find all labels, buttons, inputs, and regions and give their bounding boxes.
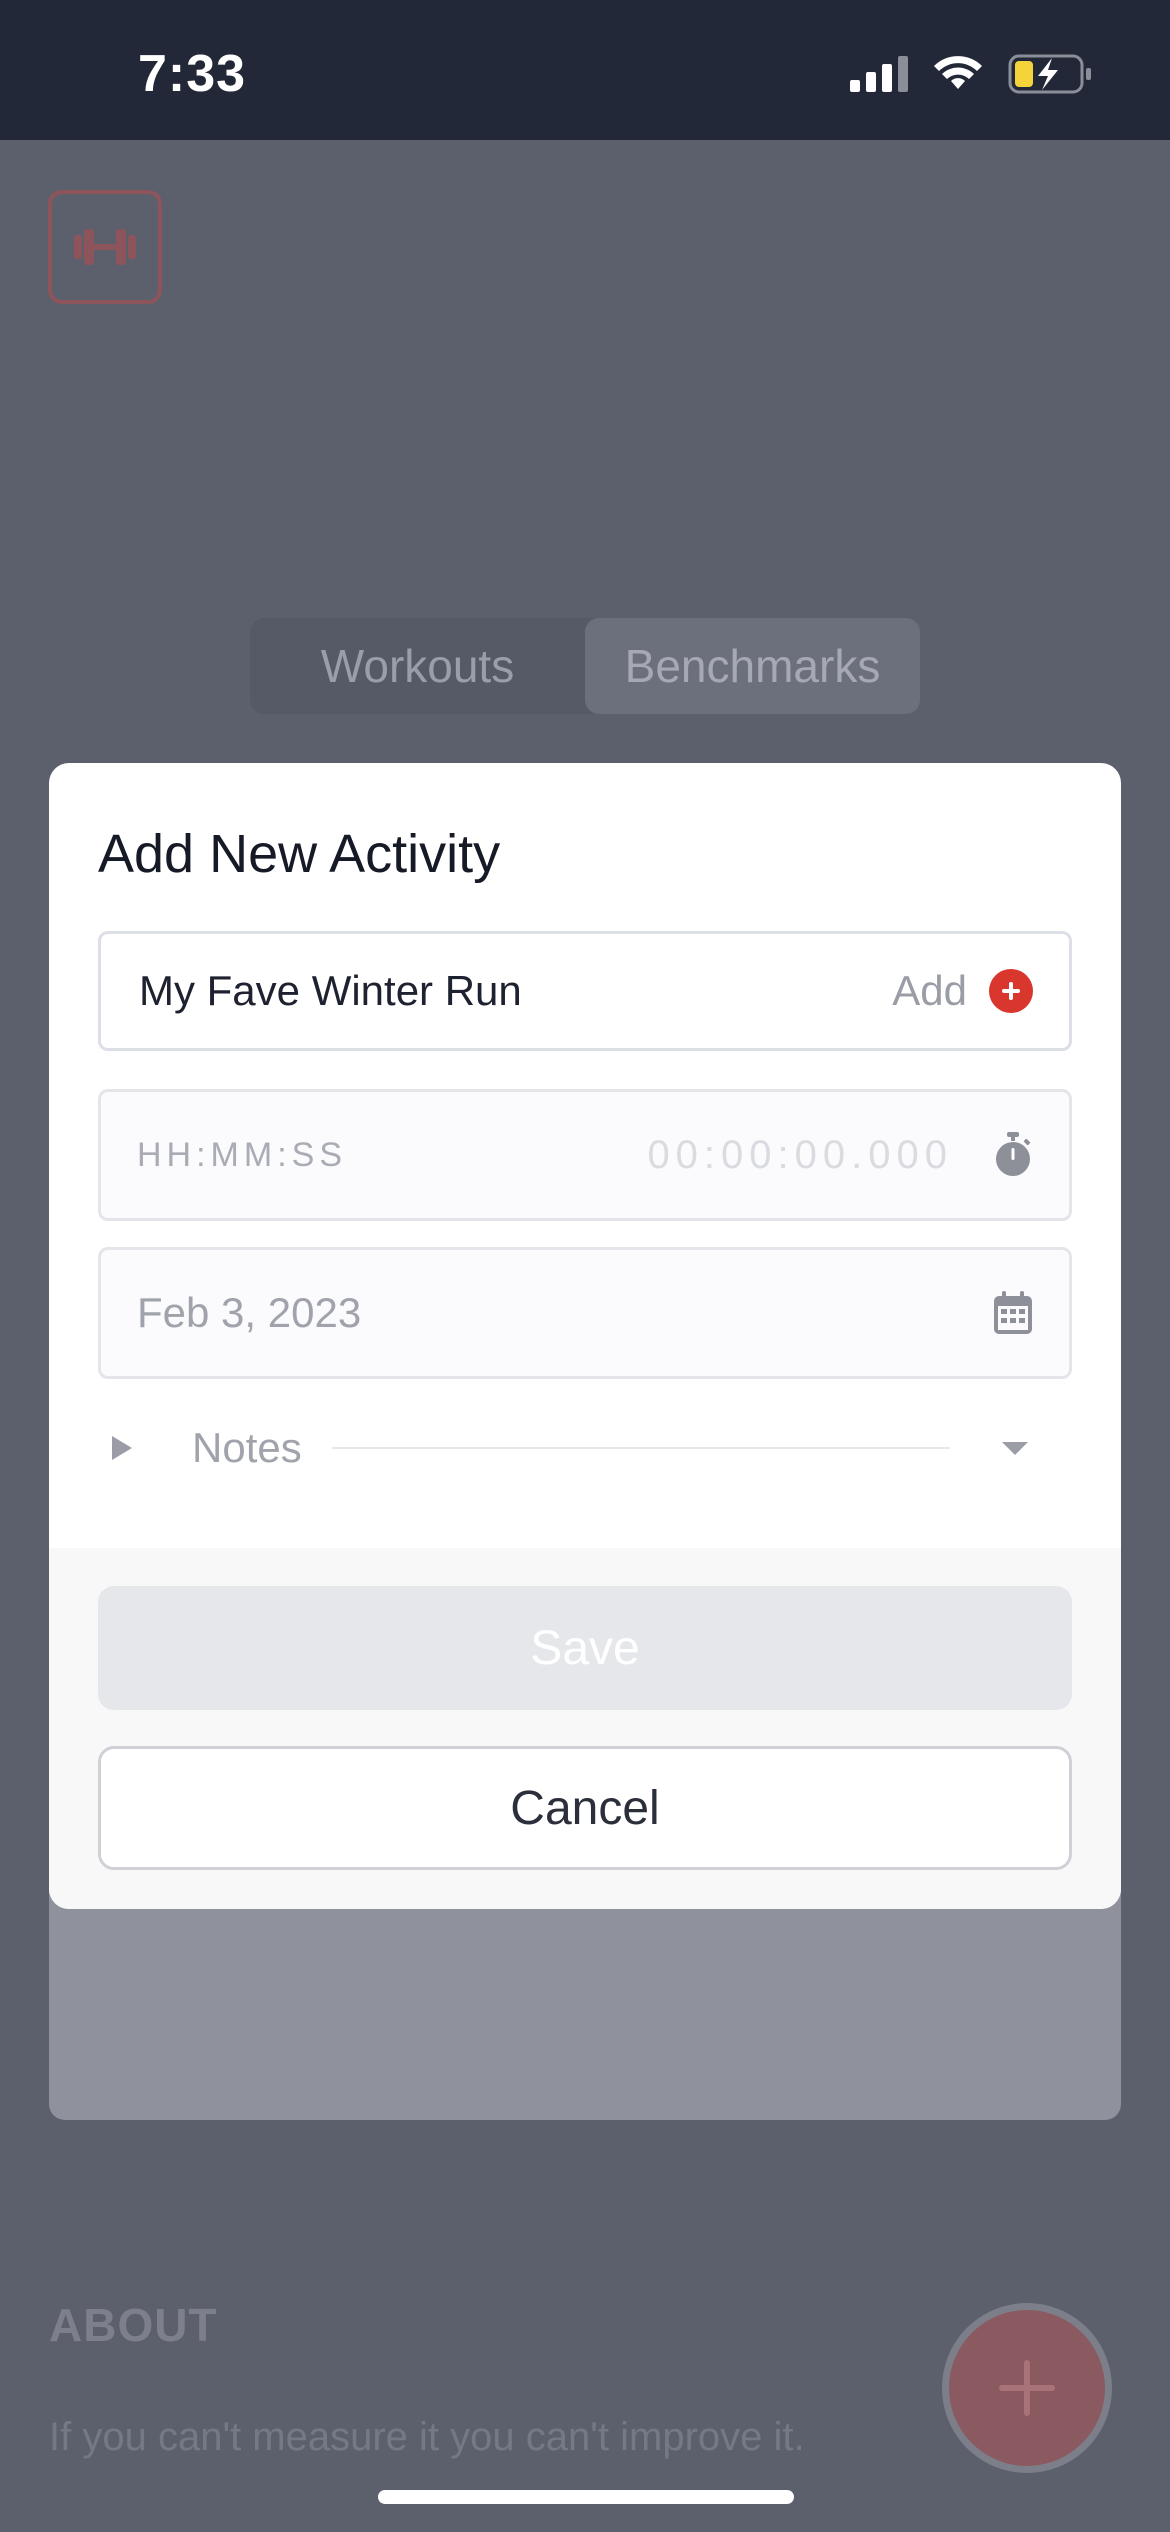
caret-right-icon bbox=[112, 1436, 132, 1460]
time-field[interactable]: HH:MM:SS 00:00:00.000 bbox=[98, 1089, 1072, 1221]
caret-down-icon bbox=[1002, 1442, 1028, 1455]
notes-toggle[interactable]: Notes bbox=[98, 1403, 1072, 1493]
home-indicator[interactable] bbox=[378, 2490, 794, 2504]
add-activity-modal: Add New Activity Add HH:MM:SS 00:00:00.0… bbox=[49, 763, 1121, 1909]
calendar-icon[interactable] bbox=[993, 1291, 1033, 1335]
dumbbell-icon bbox=[74, 229, 136, 265]
app-logo bbox=[48, 190, 162, 304]
status-bar: 7:33 bbox=[0, 0, 1170, 140]
plus-circle-icon[interactable] bbox=[989, 969, 1033, 1013]
add-fab-button[interactable] bbox=[942, 2303, 1112, 2473]
plus-icon bbox=[999, 2360, 1055, 2416]
tab-benchmarks[interactable]: Benchmarks bbox=[585, 618, 920, 714]
time-placeholder: HH:MM:SS bbox=[137, 1135, 347, 1174]
modal-title: Add New Activity bbox=[98, 824, 501, 884]
add-label[interactable]: Add bbox=[892, 967, 967, 1015]
tab-workouts[interactable]: Workouts bbox=[250, 618, 585, 714]
modal-footer: Save Cancel bbox=[49, 1548, 1121, 1909]
wifi-icon bbox=[934, 56, 982, 89]
about-text: If you can't measure it you can't improv… bbox=[49, 2415, 805, 2459]
notes-divider bbox=[331, 1447, 950, 1449]
status-icons bbox=[850, 54, 1092, 94]
date-value: Feb 3, 2023 bbox=[137, 1289, 362, 1336]
activity-field: Add bbox=[98, 931, 1072, 1051]
segmented-control: Workouts Benchmarks bbox=[250, 618, 920, 714]
cancel-button[interactable]: Cancel bbox=[98, 1746, 1072, 1870]
about-heading: ABOUT bbox=[49, 2299, 218, 2351]
activity-input[interactable] bbox=[137, 966, 893, 1016]
save-button[interactable]: Save bbox=[98, 1586, 1072, 1710]
stopwatch-icon[interactable] bbox=[993, 1132, 1033, 1178]
time-value: 00:00:00.000 bbox=[647, 1132, 953, 1177]
date-field[interactable]: Feb 3, 2023 bbox=[98, 1247, 1072, 1379]
status-time: 7:33 bbox=[138, 45, 247, 103]
battery-charging-icon bbox=[1008, 54, 1091, 94]
notes-label: Notes bbox=[192, 1424, 302, 1471]
signal-icon bbox=[850, 56, 908, 92]
